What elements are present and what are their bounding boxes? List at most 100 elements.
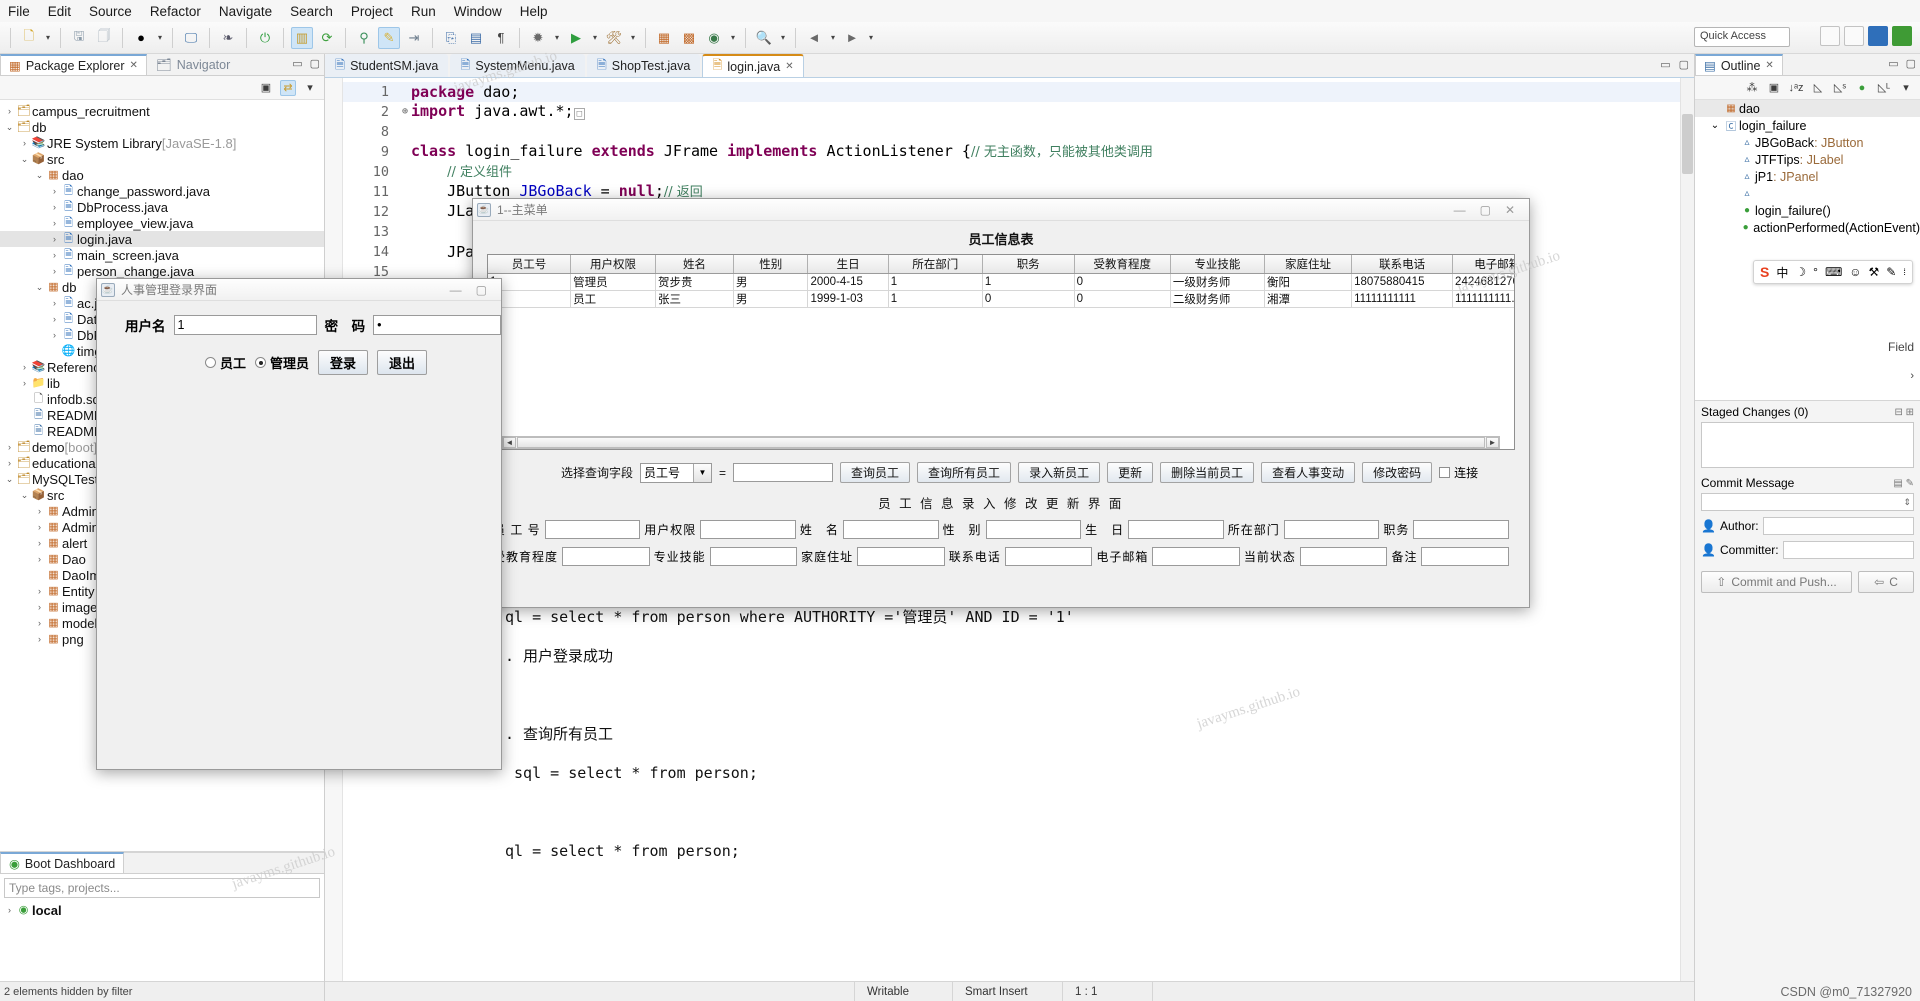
expand-arrow-icon[interactable]: ⌄ (19, 490, 30, 501)
password-input[interactable]: • (373, 315, 501, 335)
sort-icon[interactable]: ↓ᵃz (1788, 80, 1804, 96)
expand-arrow-icon[interactable]: › (4, 442, 15, 452)
table-cell[interactable]: 1 (888, 290, 983, 308)
table-cell[interactable]: 一级财务师 (1170, 273, 1265, 291)
back-icon[interactable]: ◄ (803, 27, 825, 49)
marker-icon[interactable]: ⚲ (353, 27, 375, 49)
code-line[interactable]: 1 package dao; (343, 82, 1694, 102)
run-icon[interactable]: ▶ (565, 27, 587, 49)
form-input-1-0[interactable] (544, 520, 641, 539)
properties-icon[interactable]: ▤ (465, 27, 487, 49)
table-column-header[interactable]: 性别 (733, 255, 809, 274)
link-with-editor-icon[interactable]: ⇄ (280, 79, 296, 96)
open-perspective-icon[interactable] (1820, 26, 1840, 46)
table-cell[interactable]: 2000-4-15 (807, 273, 889, 291)
committer-input[interactable] (1782, 541, 1914, 559)
table-column-header[interactable]: 联系电话 (1351, 255, 1454, 274)
hide-local-icon[interactable]: ◺ᴸ (1876, 80, 1892, 96)
table-column-header[interactable]: 电子邮箱 (1452, 255, 1514, 274)
sogou-icon[interactable]: S (1760, 264, 1769, 280)
table-column-header[interactable]: 所在部门 (888, 255, 983, 274)
tree-item-main-screen-java[interactable]: › 🗎 main_screen.java (0, 247, 324, 263)
new-class-icon[interactable]: ◉ (703, 27, 725, 49)
query-value-input[interactable] (733, 463, 834, 482)
expand-arrow-icon[interactable]: › (34, 538, 45, 548)
link-icon[interactable]: ⇥ (403, 27, 425, 49)
skip-breakpoints-icon[interactable]: ❧ (217, 27, 239, 49)
table-cell[interactable]: 湘潭 (1264, 290, 1353, 308)
outline-next-icon[interactable]: › (1910, 370, 1914, 382)
new-java-project-icon[interactable]: ▦ (653, 27, 675, 49)
tree-item-dbprocess-java[interactable]: › 🗎 DbProcess.java (0, 199, 324, 215)
maximize-icon[interactable]: ▢ (310, 57, 320, 70)
scroll-left-icon[interactable]: ◄ (503, 437, 516, 448)
chinese-mode-icon[interactable]: 中 (1776, 264, 1788, 281)
save-all-icon[interactable]: 🗍 (93, 27, 115, 49)
collapse-all-icon[interactable]: ▣ (258, 80, 274, 96)
table-column-header[interactable]: 家庭住址 (1264, 255, 1353, 274)
expand-arrow-icon[interactable]: ⌄ (34, 282, 45, 293)
paragraph-icon[interactable]: ¶ (490, 27, 512, 49)
perspective-debug-icon[interactable] (1868, 26, 1888, 46)
expand-arrow-icon[interactable]: › (19, 362, 30, 372)
close-icon[interactable]: ✕ (785, 61, 793, 72)
edit-icon[interactable]: ✎ (378, 26, 400, 49)
commit-message-input[interactable]: ⇕ (1701, 493, 1914, 511)
tab-navigator[interactable]: 🗂 Navigator (147, 54, 239, 75)
scrollbar-thumb[interactable] (1682, 114, 1693, 174)
table-column-header[interactable]: 职务 (982, 255, 1075, 274)
table-cell[interactable]: 1 (888, 273, 983, 291)
table-column-header[interactable]: 生日 (807, 255, 889, 274)
expand-arrow-icon[interactable]: ⌄ (4, 474, 15, 485)
search-icon[interactable]: 🔍 (753, 27, 775, 49)
chevron-down-icon[interactable]: ▾ (552, 33, 562, 42)
tree-item-change-password-java[interactable]: › 🗎 change_password.java (0, 183, 324, 199)
expand-arrow-icon[interactable]: ⌄ (19, 154, 30, 165)
expand-arrow-icon[interactable]: › (19, 378, 30, 388)
checkbox-box[interactable] (1439, 467, 1451, 478)
expand-arrow-icon[interactable]: › (4, 458, 15, 468)
add-employee-button[interactable]: 录入新员工 (1018, 462, 1101, 483)
boot-item-local[interactable]: › ◉ local (0, 902, 324, 918)
scrollbar-thumb[interactable] (517, 437, 1485, 448)
chevron-down-icon[interactable]: ▾ (728, 33, 738, 42)
user-icon[interactable]: ● (130, 27, 152, 49)
expand-arrow-icon[interactable]: › (49, 314, 60, 324)
menu-item-search[interactable]: Search (290, 4, 333, 19)
tree-item-employee-view-java[interactable]: › 🗎 employee_view.java (0, 215, 324, 231)
minimize-icon[interactable]: ▭ (1660, 58, 1670, 71)
hide-nonpublic-icon[interactable]: ● (1854, 80, 1870, 96)
expand-arrow-icon[interactable]: ⌄ (1707, 120, 1723, 131)
fold-toggle-icon[interactable]: ⊕ (399, 102, 411, 122)
collapse-all-icon[interactable]: ▣ (1766, 80, 1782, 96)
table-cell[interactable]: 二级财务师 (1170, 290, 1265, 308)
table-cell[interactable]: 0 (982, 290, 1075, 308)
form-input-2-1[interactable] (709, 547, 798, 566)
table-row[interactable]: 2员工张三男1999-1-03100二级财务师湘潭111111111111111… (488, 290, 1514, 308)
expand-arrow-icon[interactable]: › (34, 554, 45, 564)
menu-item-source[interactable]: Source (89, 4, 132, 19)
outline-item-dao[interactable]: ▦ dao (1695, 100, 1920, 117)
expand-arrow-icon[interactable]: › (49, 234, 60, 244)
form-input-1-1[interactable] (700, 520, 796, 539)
chevron-down-icon[interactable]: ▾ (155, 33, 165, 42)
menu-item-edit[interactable]: Edit (48, 4, 71, 19)
table-cell[interactable]: 管理员 (570, 273, 656, 291)
quick-access-input[interactable]: Quick Access (1694, 27, 1790, 47)
hide-static-icon[interactable]: ◺ˢ (1832, 80, 1848, 96)
form-input-1-6[interactable] (1413, 520, 1510, 539)
menu-item-navigate[interactable]: Navigate (219, 4, 272, 19)
table-column-header[interactable]: 员工号 (488, 255, 572, 274)
new-icon[interactable]: 🗋 (18, 27, 40, 49)
close-icon[interactable]: ✕ (129, 60, 137, 71)
chevron-down-icon[interactable]: ▼ (693, 463, 712, 482)
expand-arrow-icon[interactable]: › (34, 618, 45, 628)
chevron-down-icon[interactable]: ▾ (828, 33, 838, 42)
connect-checkbox[interactable]: 连接 (1439, 464, 1478, 481)
skin-icon[interactable]: ✎ (1886, 265, 1896, 279)
table-row[interactable]: 1管理员贺步贵男2000-4-15110一级财务师衡阳1807588041524… (488, 273, 1514, 291)
table-column-header[interactable]: 用户权限 (570, 255, 656, 274)
expand-arrow-icon[interactable]: › (34, 506, 45, 516)
exit-button[interactable]: 退出 (377, 350, 428, 375)
outline-item-login-failure[interactable]: ⌄ 🄲login_failure (1695, 117, 1920, 134)
